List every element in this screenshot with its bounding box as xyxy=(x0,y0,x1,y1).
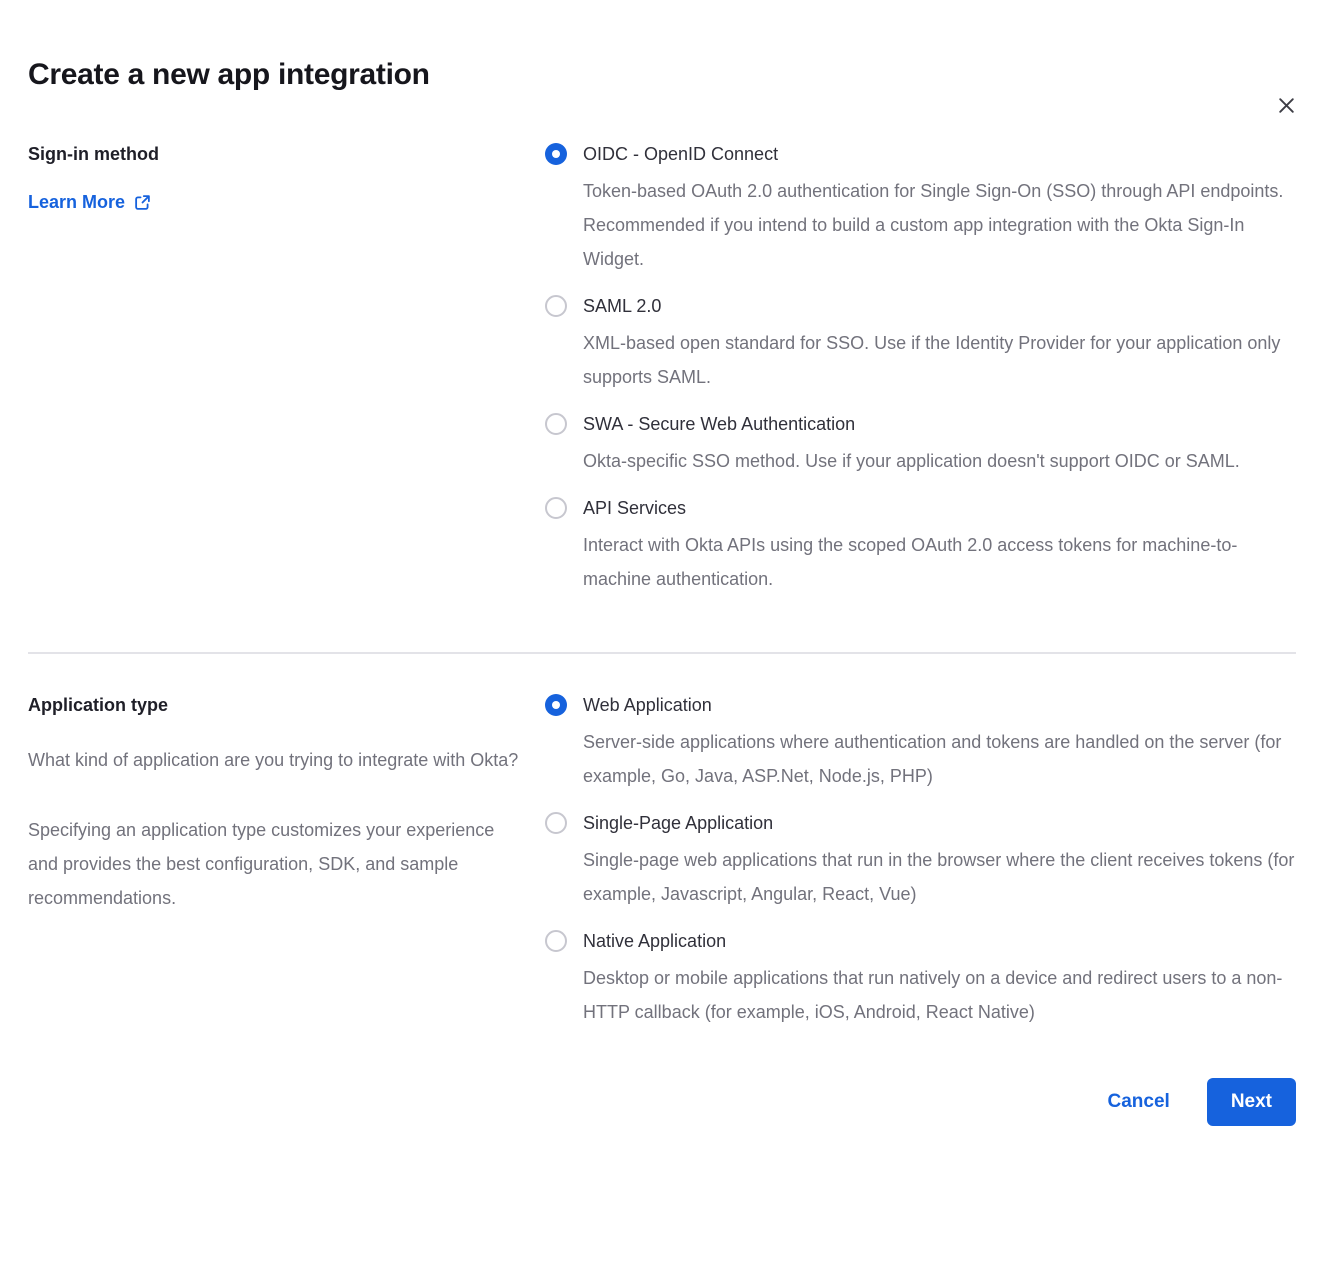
external-link-icon xyxy=(134,194,151,211)
radio-option-native-application[interactable]: Native Application Desktop or mobile app… xyxy=(545,929,1296,1029)
application-type-label: Application type xyxy=(28,693,545,717)
dialog-title: Create a new app integration xyxy=(28,56,1296,94)
radio-option-single-page-application[interactable]: Single-Page Application Single-page web … xyxy=(545,811,1296,911)
dialog-footer: Cancel Next xyxy=(28,1078,1296,1126)
create-app-integration-dialog: Create a new app integration Sign-in met… xyxy=(0,56,1332,1266)
radio-unselected-icon[interactable] xyxy=(545,413,567,435)
application-type-options: Web Application Server-side applications… xyxy=(545,693,1296,1029)
radio-unselected-icon[interactable] xyxy=(545,812,567,834)
radio-option-oidc[interactable]: OIDC - OpenID Connect Token-based OAuth … xyxy=(545,142,1296,276)
radio-unselected-icon[interactable] xyxy=(545,930,567,952)
section-sign-in-method: Sign-in method Learn More OIDC - OpenID … xyxy=(28,142,1296,596)
section-divider xyxy=(28,652,1296,654)
option-title: Web Application xyxy=(583,693,1296,717)
application-type-note: Specifying an application type customize… xyxy=(28,813,545,915)
radio-option-saml[interactable]: SAML 2.0 XML-based open standard for SSO… xyxy=(545,294,1296,394)
option-title: Native Application xyxy=(583,929,1296,953)
option-description: Interact with Okta APIs using the scoped… xyxy=(583,528,1296,596)
radio-option-api-services[interactable]: API Services Interact with Okta APIs usi… xyxy=(545,496,1296,596)
next-button[interactable]: Next xyxy=(1207,1078,1296,1126)
section-application-type: Application type What kind of applicatio… xyxy=(28,693,1296,1029)
close-icon xyxy=(1276,95,1297,116)
radio-selected-icon[interactable] xyxy=(545,694,567,716)
option-description: Server-side applications where authentic… xyxy=(583,725,1296,793)
option-title: SWA - Secure Web Authentication xyxy=(583,412,1296,436)
radio-unselected-icon[interactable] xyxy=(545,295,567,317)
radio-selected-icon[interactable] xyxy=(545,143,567,165)
radio-option-swa[interactable]: SWA - Secure Web Authentication Okta-spe… xyxy=(545,412,1296,478)
learn-more-label: Learn More xyxy=(28,192,125,213)
option-description: Token-based OAuth 2.0 authentication for… xyxy=(583,174,1296,276)
sign-in-method-options: OIDC - OpenID Connect Token-based OAuth … xyxy=(545,142,1296,596)
application-type-question: What kind of application are you trying … xyxy=(28,743,545,777)
option-description: Desktop or mobile applications that run … xyxy=(583,961,1296,1029)
radio-unselected-icon[interactable] xyxy=(545,497,567,519)
learn-more-link[interactable]: Learn More xyxy=(28,192,151,213)
option-description: XML-based open standard for SSO. Use if … xyxy=(583,326,1296,394)
option-title: OIDC - OpenID Connect xyxy=(583,142,1296,166)
cancel-button[interactable]: Cancel xyxy=(1108,1091,1170,1113)
sign-in-method-label: Sign-in method xyxy=(28,142,545,166)
option-description: Single-page web applications that run in… xyxy=(583,843,1296,911)
application-type-left-column: Application type What kind of applicatio… xyxy=(28,693,545,915)
close-button[interactable] xyxy=(1273,92,1299,118)
sign-in-method-left-column: Sign-in method Learn More xyxy=(28,142,545,213)
option-description: Okta-specific SSO method. Use if your ap… xyxy=(583,444,1296,478)
option-title: SAML 2.0 xyxy=(583,294,1296,318)
radio-option-web-application[interactable]: Web Application Server-side applications… xyxy=(545,693,1296,793)
option-title: Single-Page Application xyxy=(583,811,1296,835)
option-title: API Services xyxy=(583,496,1296,520)
